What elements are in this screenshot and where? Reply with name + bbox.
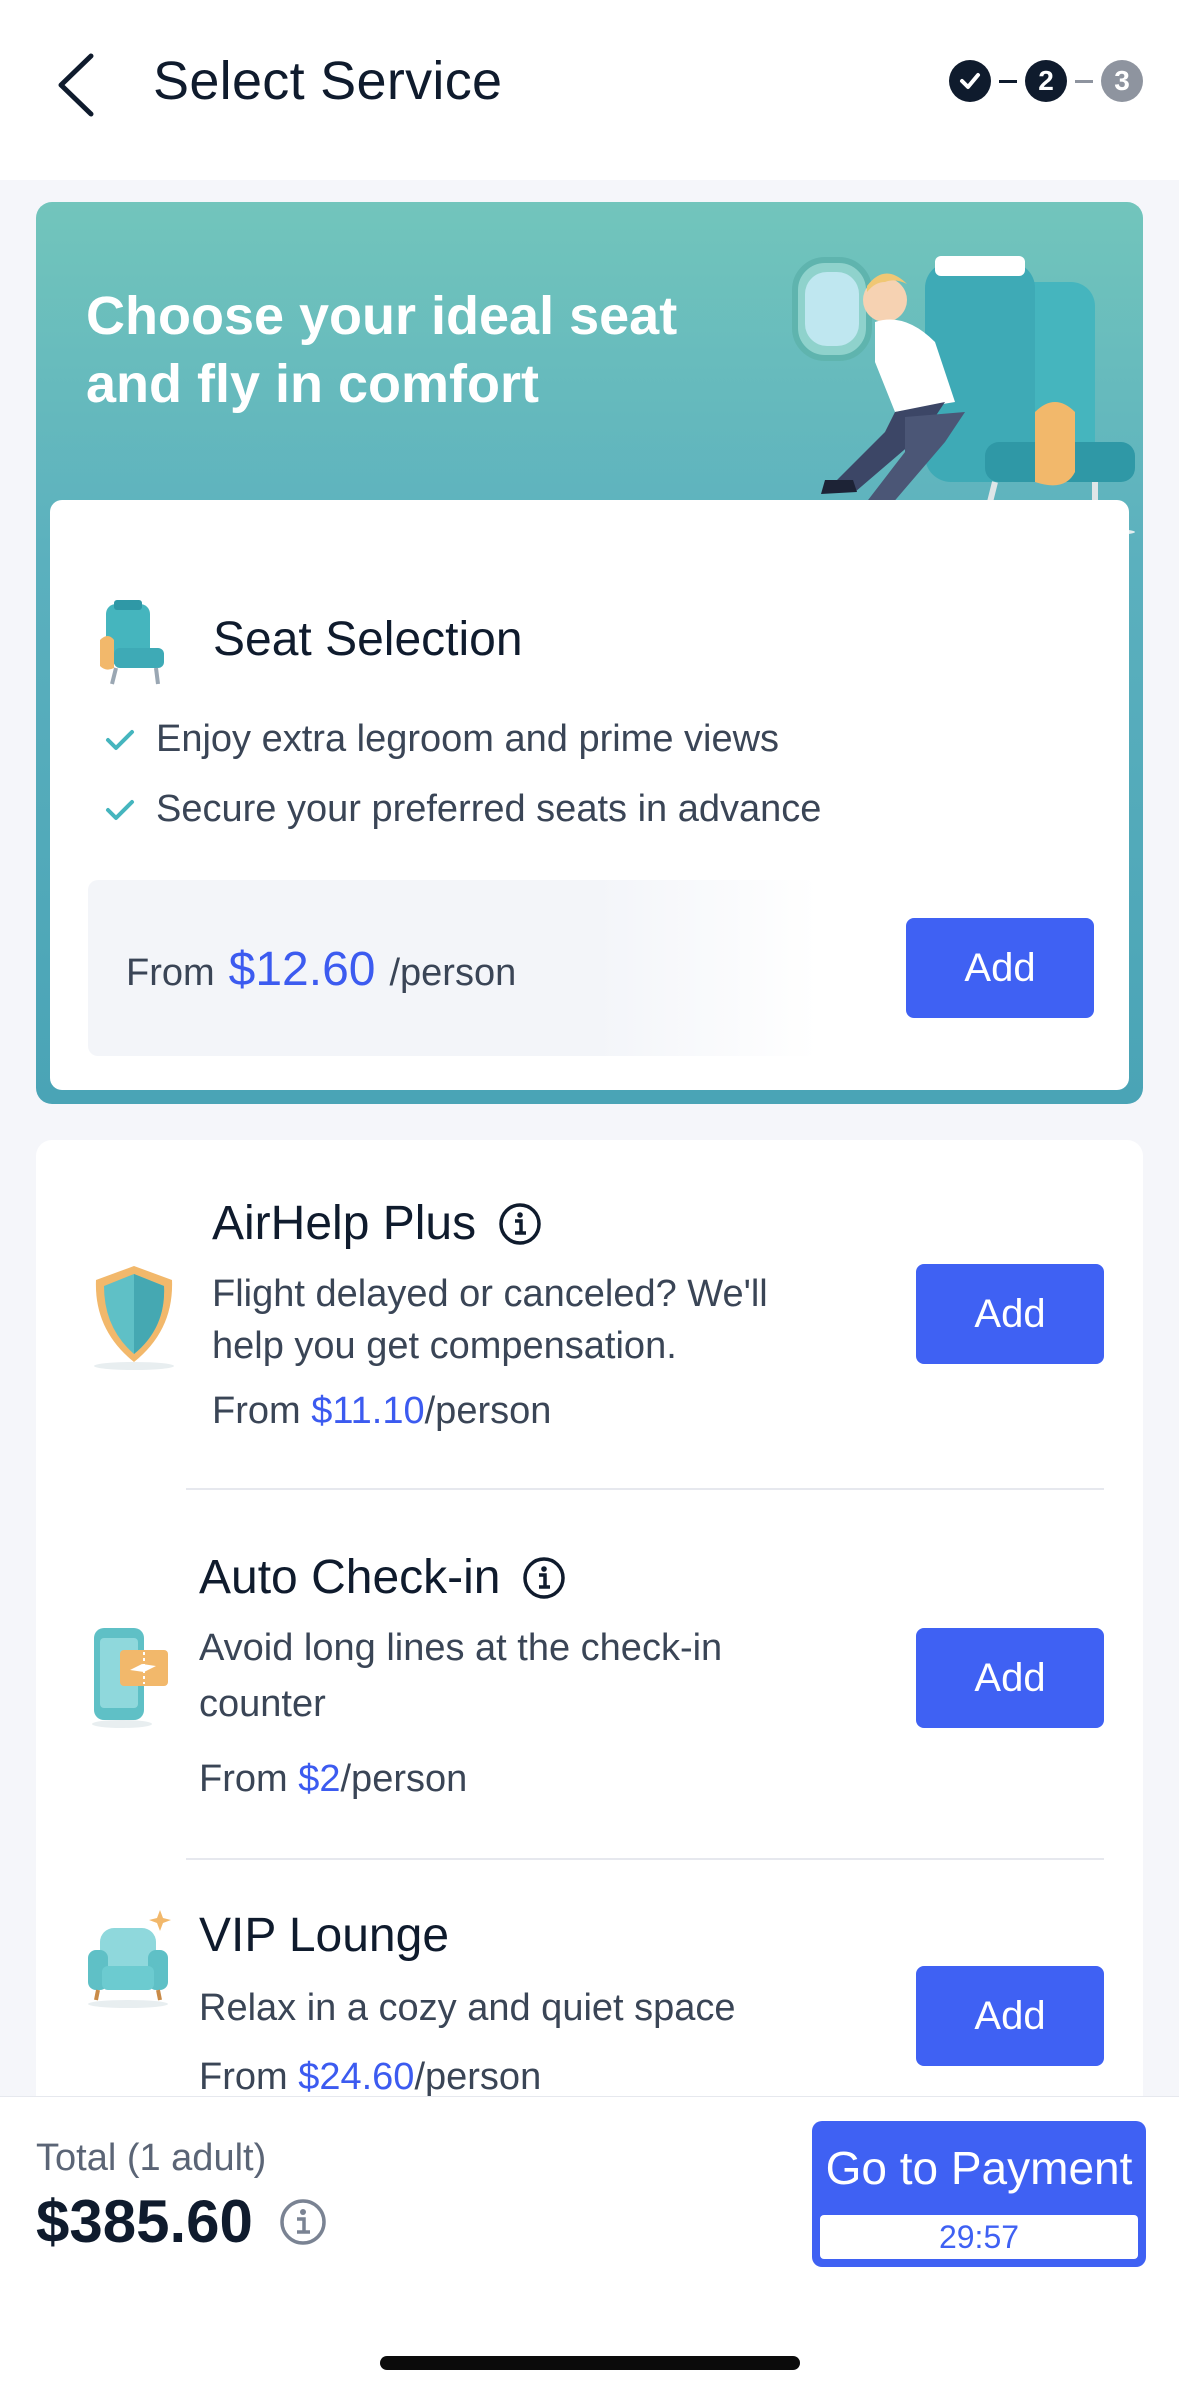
step-connector: [1075, 79, 1093, 83]
info-icon[interactable]: [498, 1202, 542, 1246]
info-icon[interactable]: [279, 2198, 327, 2246]
service-item-airhelp-plus: AirHelp Plus Flight delayed or canceled?…: [36, 1140, 1143, 1490]
price-amount: $24.60: [298, 2056, 415, 2098]
seat-price-box: From $12.60 /person: [88, 880, 818, 1056]
step-3-pending: 3: [1101, 60, 1143, 102]
seat-icon: [100, 600, 164, 685]
seat-promo-card: Choose your ideal seat and fly in comfor…: [36, 202, 1143, 1104]
shield-icon: [94, 1266, 174, 1370]
total-label: Total (1 adult): [36, 2137, 267, 2179]
header: Select Service 2 3: [0, 0, 1179, 180]
description-line: help you get compensation.: [212, 1325, 677, 1367]
add-auto-check-in-button[interactable]: Add: [916, 1628, 1104, 1728]
info-icon[interactable]: [522, 1556, 566, 1600]
price-suffix: /person: [389, 952, 517, 994]
armchair-icon: [88, 1910, 171, 2008]
feature-item: Enjoy extra legroom and prime views: [102, 718, 779, 761]
page: Select Service 2 3 Choose your ideal sea…: [0, 0, 1179, 2396]
hero-title-line-2: and fly in comfort: [86, 354, 540, 414]
description-line: Flight delayed or canceled? We'll: [212, 1273, 768, 1315]
service-price: From $2/person: [199, 1758, 467, 1801]
service-price: From $11.10/person: [212, 1390, 551, 1433]
feature-text: Secure your preferred seats in advance: [156, 788, 822, 830]
service-title-row: Auto Check-in: [199, 1550, 566, 1605]
back-button[interactable]: [40, 40, 110, 130]
step-2-current: 2: [1025, 60, 1067, 102]
price-suffix: /person: [414, 2056, 542, 2098]
feature-item: Secure your preferred seats in advance: [102, 788, 821, 831]
service-item-auto-check-in: Auto Check-in Avoid long lines at the ch…: [36, 1490, 1143, 1860]
service-title-row: VIP Lounge: [199, 1908, 449, 1963]
add-airhelp-plus-button[interactable]: Add: [916, 1264, 1104, 1364]
service-title-row: AirHelp Plus: [212, 1196, 542, 1251]
price-prefix: From: [199, 2056, 299, 2098]
check-icon: [106, 729, 134, 750]
payment-timer: 29:57: [820, 2215, 1138, 2259]
price-amount: $11.10: [311, 1390, 425, 1432]
passenger-seat-illustration: [775, 256, 1135, 540]
step-1-complete: [949, 60, 991, 102]
price-amount: $12.60: [228, 943, 376, 996]
hero-title: Choose your ideal seat and fly in comfor…: [86, 282, 726, 418]
service-description: Relax in a cozy and quiet space: [199, 1982, 736, 2034]
home-indicator[interactable]: [380, 2356, 800, 2370]
description-line: counter: [199, 1683, 326, 1725]
feature-text: Enjoy extra legroom and prime views: [156, 718, 780, 760]
check-icon: [106, 799, 134, 820]
price-suffix: /person: [424, 1390, 552, 1432]
description-line: Relax in a cozy and quiet space: [199, 1987, 736, 2029]
go-to-payment-button[interactable]: Go to Payment 29:57: [814, 2123, 1144, 2265]
page-title: Select Service: [153, 51, 503, 111]
total-amount: $385.60: [36, 2188, 253, 2255]
hero-title-line-1: Choose your ideal seat: [86, 286, 678, 346]
chevron-left-icon: [58, 53, 94, 117]
seat-price: From $12.60 /person: [126, 942, 516, 997]
services-list: AirHelp Plus Flight delayed or canceled?…: [36, 1140, 1143, 2140]
phone-ticket-icon: [92, 1628, 168, 1728]
price-prefix: From: [212, 1390, 312, 1432]
service-title: VIP Lounge: [199, 1909, 450, 1962]
step-connector: [999, 79, 1017, 83]
service-title: AirHelp Plus: [212, 1197, 477, 1250]
price-prefix: From: [126, 952, 215, 994]
service-title: Auto Check-in: [199, 1551, 501, 1604]
price-amount: $2: [298, 1758, 341, 1800]
service-price: From $24.60/person: [199, 2056, 541, 2099]
add-seat-selection-button[interactable]: Add: [906, 918, 1094, 1018]
service-description: Avoid long lines at the check-in counter: [199, 1620, 722, 1732]
add-vip-lounge-button[interactable]: Add: [916, 1966, 1104, 2066]
description-line: Avoid long lines at the check-in: [199, 1627, 723, 1669]
pay-button-label: Go to Payment: [825, 2142, 1133, 2194]
total-amount-row: $385.60: [36, 2187, 327, 2256]
price-suffix: /person: [340, 1758, 468, 1800]
check-icon: [960, 73, 980, 89]
checkout-bar: Total (1 adult) $385.60 Go to Payment 29…: [0, 2096, 1179, 2396]
seat-selection-title: Seat Selection: [213, 613, 523, 666]
seat-selection-card: Seat Selection Enjoy extra legroom and p…: [50, 500, 1129, 1090]
step-indicator: 2 3: [949, 60, 1143, 102]
service-description: Flight delayed or canceled? We'll help y…: [212, 1268, 768, 1372]
price-prefix: From: [199, 1758, 299, 1800]
